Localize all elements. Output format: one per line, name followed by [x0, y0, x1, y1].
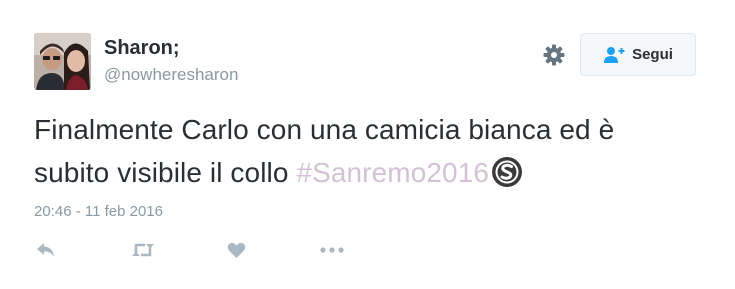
- heart-icon[interactable]: [227, 236, 246, 264]
- hashtag-link[interactable]: #Sanremo2016: [296, 157, 489, 188]
- gear-icon[interactable]: [542, 43, 566, 67]
- retweet-icon[interactable]: [131, 236, 155, 264]
- sanremo-hashflag-icon: [492, 157, 523, 187]
- tweet-actions: [0, 236, 735, 266]
- avatar[interactable]: [34, 33, 91, 90]
- follow-button[interactable]: Segui: [580, 33, 696, 76]
- add-user-icon: [604, 46, 625, 63]
- tweet-timestamp[interactable]: 20:46 - 11 feb 2016: [34, 203, 163, 220]
- tweet-text: Finalmente Carlo con una camicia bianca …: [34, 108, 654, 194]
- more-dots-icon[interactable]: [320, 236, 344, 264]
- reply-icon[interactable]: [36, 236, 56, 264]
- user-handle[interactable]: @nowheresharon: [104, 65, 238, 85]
- display-name[interactable]: Sharon;: [104, 37, 180, 60]
- tweet-card: Sharon; @nowheresharon Segui Finalmente …: [0, 0, 735, 289]
- follow-button-label: Segui: [632, 46, 673, 63]
